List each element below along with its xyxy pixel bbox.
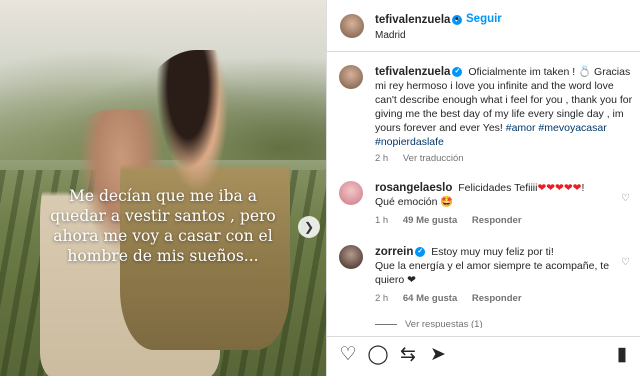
hearts-emoji: ❤❤❤❤❤ <box>537 182 582 194</box>
caption-text: tefivalenzuela ✓ Oficialmente im taken ! … <box>375 65 633 149</box>
post-header: tefivalenzuela ✓ • Seguir Madrid <box>327 0 640 52</box>
avatar[interactable] <box>339 65 363 89</box>
post-image[interactable]: Me decían que me iba a quedar a vestir s… <box>0 0 326 376</box>
image-text-line: quedar a vestir santos , pero <box>50 207 276 225</box>
image-text-line: Me decían que me iba a <box>69 187 257 205</box>
caption-username-text[interactable]: tefivalenzuela <box>375 66 450 78</box>
image-text-line: hombre de mis sueños... <box>67 247 259 265</box>
comment-username-text[interactable]: zorrein <box>375 246 413 258</box>
repost-icon[interactable]: ⇆ <box>397 344 419 366</box>
bookmark-icon[interactable]: ▮ <box>611 344 633 366</box>
chevron-right-icon: ❯ <box>303 220 315 234</box>
comment-text: rosangelaeslo Felicidades Tefiiii❤❤❤❤❤! … <box>375 181 633 209</box>
comment-body: Felicidades Tefiiii <box>458 182 538 194</box>
comment-body-suffix: ! <box>581 182 585 194</box>
follow-button[interactable]: Seguir <box>466 13 502 25</box>
comment-body-line3: quiero ❤ <box>375 274 416 286</box>
comment-likes[interactable]: 49 Me gusta <box>403 215 457 226</box>
author-username-text[interactable]: tefivalenzuela <box>375 14 450 26</box>
heart-icon[interactable]: ♡ <box>621 257 630 268</box>
view-replies-button[interactable]: Ver respuestas (1) <box>375 319 483 328</box>
image-text-overlay: Me decían que me iba a quedar a vestir s… <box>18 186 308 266</box>
image-text-line: ahora me voy a casar con el <box>53 227 273 245</box>
comment-body-line2: Que la energía y el amor siempre te acom… <box>375 260 610 272</box>
verified-badge-icon: ✓ <box>452 66 463 77</box>
replies-line <box>375 323 397 325</box>
comment-username[interactable]: rosangelaeslo <box>375 182 452 194</box>
comment-text: zorrein ✓ Estoy muy muy feliz por ti! Que… <box>375 245 633 287</box>
caption-time[interactable]: 2 h <box>375 153 388 164</box>
reply-button[interactable]: Responder <box>472 293 522 304</box>
avatar[interactable] <box>339 181 363 205</box>
comment-time: 1 h <box>375 215 389 226</box>
comment-meta: 2 h 64 Me gusta Responder <box>375 293 534 304</box>
post-side-panel: tefivalenzuela ✓ • Seguir Madrid tefivale… <box>327 0 640 376</box>
send-icon[interactable]: ➤ <box>427 344 449 366</box>
author-username[interactable]: tefivalenzuela ✓ <box>375 14 463 26</box>
next-image-button[interactable]: ❯ <box>298 216 320 238</box>
comment-time: 2 h <box>375 293 389 304</box>
post-actions-bar: ♡ ◯ ⇆ ➤ ▮ <box>327 336 640 376</box>
comment-body-line2: Qué emoción 🤩 <box>375 196 454 208</box>
heart-icon[interactable]: ♡ <box>337 344 359 366</box>
comment-username[interactable]: zorrein ✓ <box>375 246 426 258</box>
view-replies-label[interactable]: Ver respuestas (1) <box>405 319 483 328</box>
comment-likes[interactable]: 64 Me gusta <box>403 293 457 304</box>
comment-meta: 1 h 49 Me gusta Responder <box>375 215 534 226</box>
location-link[interactable]: Madrid <box>375 30 406 41</box>
comment-body: Estoy muy muy feliz por ti! <box>431 246 554 258</box>
comment-icon[interactable]: ◯ <box>367 344 389 366</box>
verified-badge-icon: ✓ <box>415 246 426 257</box>
avatar[interactable] <box>339 245 363 269</box>
avatar[interactable] <box>340 14 364 38</box>
caption-meta: 2 h Ver traducción <box>375 153 476 164</box>
separator-dot: • <box>455 13 459 25</box>
comments-list[interactable]: tefivalenzuela ✓ Oficialmente im taken ! … <box>327 53 640 328</box>
see-translation-link[interactable]: Ver traducción <box>403 153 464 164</box>
heart-icon[interactable]: ♡ <box>621 193 630 204</box>
reply-button[interactable]: Responder <box>472 215 522 226</box>
caption-username[interactable]: tefivalenzuela ✓ <box>375 66 463 78</box>
